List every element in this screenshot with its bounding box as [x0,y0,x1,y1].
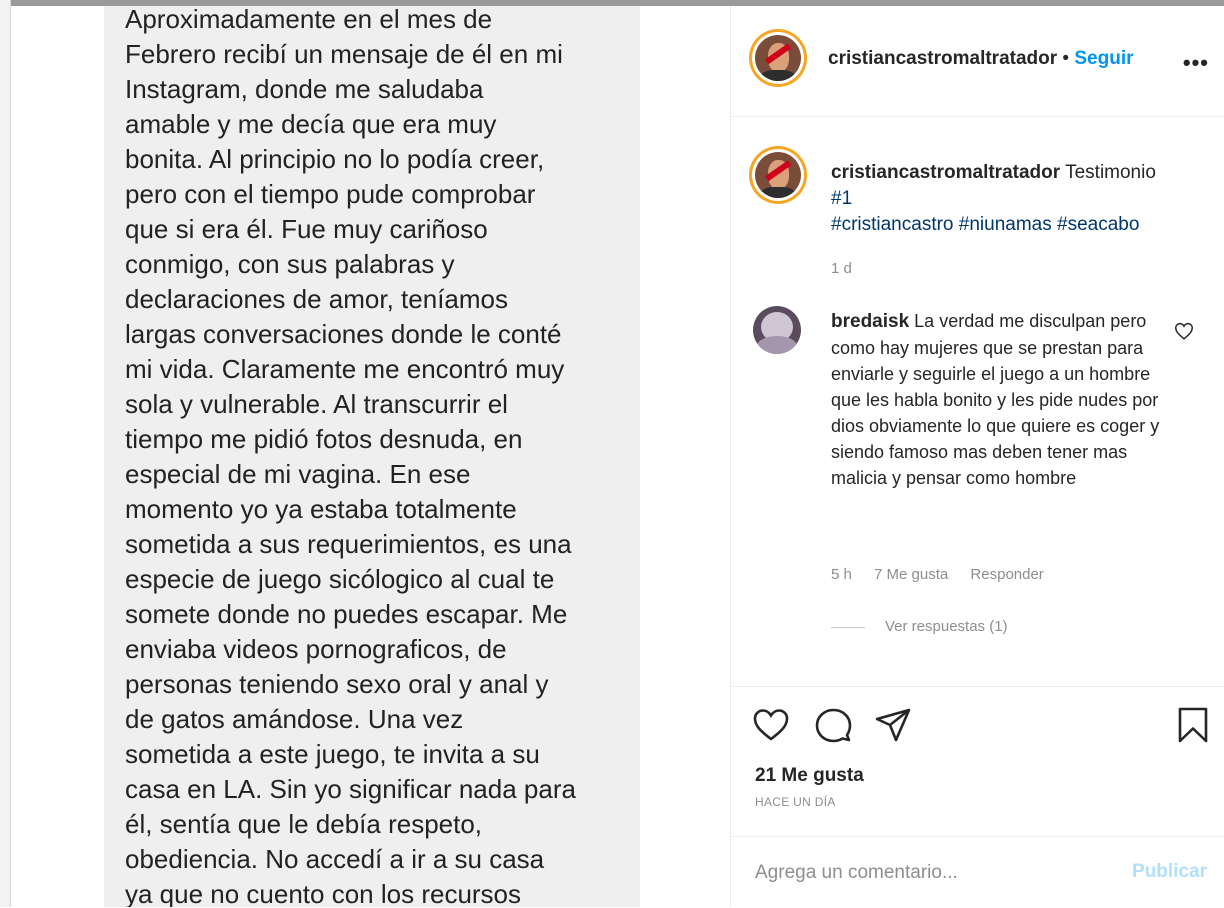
author-avatar[interactable] [749,29,807,87]
reply-button[interactable]: Responder [970,566,1043,583]
caption-text-block: cristiancastromaltratador Testimonio #1 … [831,160,1191,282]
caption-avatar[interactable] [749,146,807,204]
post-time: HACE UN DÍA [755,795,836,809]
follow-button[interactable]: Seguir [1074,48,1133,69]
view-replies-label: Ver respuestas (1) [885,618,1008,635]
publish-button[interactable]: Publicar [1132,861,1207,883]
author-username[interactable]: cristiancastromaltratador [828,48,1057,69]
replies-divider [831,626,865,628]
comment-body: La verdad me disculpan pero como hay muj… [831,311,1160,488]
post-image[interactable]: Aproximadamente en el mes de Febrero rec… [104,6,640,907]
more-options-button[interactable]: ••• [1183,50,1209,76]
small-heart-icon[interactable] [1173,320,1195,342]
left-window-edge [0,0,11,907]
comment: bredaisk La verdad me disculpan pero com… [831,308,1161,491]
post-header: cristiancastromaltratador • Seguir ••• [731,6,1224,117]
caption-body: Testimonio [1065,162,1156,183]
comment-avatar[interactable] [753,306,801,354]
comment-input[interactable] [753,859,1097,887]
post-side-panel: cristiancastromaltratador • Seguir ••• c… [730,6,1224,907]
comment-bubble-icon[interactable] [813,705,853,745]
heart-icon[interactable] [751,705,791,745]
comment-username[interactable]: bredaisk [831,311,909,332]
post-actions: 21 Me gusta HACE UN DÍA [731,686,1224,837]
hashtag-links[interactable]: #cristiancastro #niunamas #seacabo [831,214,1139,235]
hashtag-link[interactable]: #1 [831,188,852,209]
comment-likes[interactable]: 7 Me gusta [874,566,948,583]
caption-time: 1 d [831,260,852,277]
caption-username[interactable]: cristiancastromaltratador [831,162,1060,183]
header-separator: • [1057,48,1075,69]
comment-time: 5 h [831,566,852,583]
paper-plane-icon[interactable] [873,705,913,745]
bookmark-icon[interactable] [1173,705,1213,745]
comment-meta: 5 h 7 Me gusta Responder [831,566,1062,583]
post-image-text: Aproximadamente en el mes de Febrero rec… [125,6,576,907]
add-comment-bar: Publicar [731,836,1224,908]
view-replies-button[interactable]: Ver respuestas (1) [831,618,1008,635]
likes-count[interactable]: 21 Me gusta [755,765,864,787]
